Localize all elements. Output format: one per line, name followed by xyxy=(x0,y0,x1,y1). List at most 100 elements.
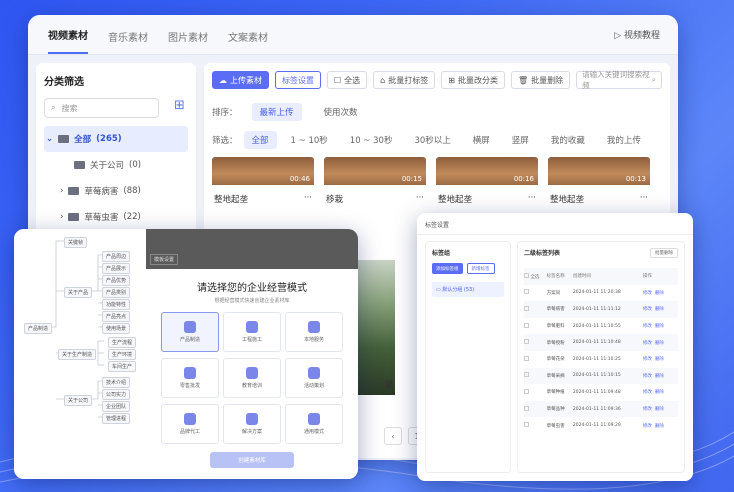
batch-tag-button[interactable]: ⌂ 批量打标签 xyxy=(373,71,436,89)
mode-option-local-service[interactable]: 本地服务 xyxy=(285,312,343,352)
tag-name: 草莓采摘 xyxy=(546,373,565,379)
sort-usage[interactable]: 使用次数 xyxy=(316,103,366,121)
video-duration: 00:13 xyxy=(625,175,646,183)
row-checkbox[interactable] xyxy=(524,334,547,351)
edit-link[interactable]: 修改 xyxy=(643,424,652,429)
table-row: 方案同 2024-01-11 11:20:38 修改 删除 xyxy=(524,285,678,302)
video-card[interactable]: 00:15 移栽 ··· xyxy=(324,157,426,213)
delete-link[interactable]: 删除 xyxy=(655,407,664,412)
edit-link[interactable]: 修改 xyxy=(643,357,652,362)
edit-link[interactable]: 修改 xyxy=(643,324,652,329)
delete-link[interactable]: 删除 xyxy=(655,291,664,296)
tag-group-item[interactable]: ▭ 默认分组 (53) xyxy=(432,282,504,297)
video-thumbnail[interactable]: 00:13 xyxy=(548,157,650,185)
more-icon[interactable]: ··· xyxy=(528,193,536,205)
filter-favorites[interactable]: 我的收藏 xyxy=(543,131,593,149)
mode-option-oem[interactable]: 品牌代工 xyxy=(161,404,219,444)
row-checkbox[interactable] xyxy=(524,318,547,335)
edit-link[interactable]: 修改 xyxy=(643,307,652,312)
mode-option-education[interactable]: 教育培训 xyxy=(223,358,281,398)
batch-delete-button[interactable]: 🗑 批量删除 xyxy=(510,71,571,89)
more-icon[interactable]: ··· xyxy=(640,193,648,205)
tree-node-pest[interactable]: › 草莓虫害 (22) xyxy=(44,204,188,230)
mode-label: 解决方案 xyxy=(241,429,262,435)
keyword-search-input[interactable]: 请输入关键词搜索视频 ⌕ xyxy=(576,70,662,90)
batch-delete-tags-button[interactable]: 批量删除 xyxy=(650,248,678,258)
tag-created-time: 2024-01-11 11:11:12 xyxy=(572,306,621,312)
filter-landscape[interactable]: 横屏 xyxy=(465,131,498,149)
edit-link[interactable]: 修改 xyxy=(643,341,652,346)
tree-node-disease[interactable]: › 草莓病害 (88) xyxy=(44,178,188,204)
new-tag-button[interactable]: 新增标签 xyxy=(466,263,495,274)
select-all-header[interactable]: 全选 xyxy=(524,268,547,285)
video-thumbnail[interactable]: 00:46 xyxy=(212,157,314,185)
row-checkbox[interactable] xyxy=(524,384,547,401)
delete-link[interactable]: 删除 xyxy=(655,374,664,379)
tab-image[interactable]: 图片素材 xyxy=(168,29,208,54)
tag-settings-button[interactable]: 标签设置 xyxy=(275,71,321,89)
video-card[interactable]: 00:16 整地起垄 ··· xyxy=(436,157,538,213)
video-card[interactable]: 00:46 整地起垄 ··· xyxy=(212,157,314,213)
mode-option-solution[interactable]: 解决方案 xyxy=(223,404,281,444)
tag-settings-window: 标签设置 标签组 添加标签组 新增标签 ▭ 默认分组 (53) 二级标签列表 批… xyxy=(417,213,693,481)
folder-icon xyxy=(58,135,70,143)
batch-category-button[interactable]: ⊞ 批量改分类 xyxy=(441,71,505,89)
prev-page-button[interactable]: ‹ xyxy=(384,427,402,445)
tab-video[interactable]: 视频素材 xyxy=(48,27,88,54)
tree-node-label: 草莓病害 xyxy=(84,187,119,197)
delete-link[interactable]: 删除 xyxy=(655,357,664,362)
tree-node-label: 草莓虫害 xyxy=(84,213,119,223)
video-thumbnail[interactable]: 00:15 xyxy=(324,157,426,185)
edit-link[interactable]: 修改 xyxy=(643,407,652,412)
column-header: 标签名称 xyxy=(546,268,573,285)
add-tag-group-button[interactable]: 添加标签组 xyxy=(432,263,463,274)
sort-newest[interactable]: 最新上传 xyxy=(251,103,302,121)
mode-option-retail[interactable]: 零售批发 xyxy=(161,358,219,398)
more-icon[interactable]: ··· xyxy=(304,193,312,205)
row-checkbox[interactable] xyxy=(524,401,547,418)
tab-copywriting[interactable]: 文案素材 xyxy=(228,29,268,54)
upload-button[interactable]: ☁ 上传素材 xyxy=(212,71,269,89)
filter-1-10s[interactable]: 1 ~ 10秒 xyxy=(283,131,336,149)
video-thumbnail[interactable]: 00:16 xyxy=(436,157,538,185)
mode-option-construction[interactable]: 工程施工 xyxy=(223,312,281,352)
edit-link[interactable]: 修改 xyxy=(643,291,652,296)
delete-link[interactable]: 删除 xyxy=(655,324,664,329)
book-icon xyxy=(246,367,258,379)
row-checkbox[interactable] xyxy=(524,285,547,302)
filter-10-30s[interactable]: 10 ~ 30秒 xyxy=(342,131,401,149)
category-search-input[interactable]: ⌕ 搜索 xyxy=(44,98,159,118)
row-actions: 修改 删除 xyxy=(643,334,678,351)
edit-link[interactable]: 修改 xyxy=(643,390,652,395)
row-checkbox[interactable] xyxy=(524,368,547,385)
row-actions: 修改 删除 xyxy=(643,318,678,335)
select-all-button[interactable]: ☐ 全选 xyxy=(327,71,368,89)
filter-portrait[interactable]: 竖屏 xyxy=(504,131,537,149)
create-library-button[interactable]: 创建素材库 xyxy=(210,452,294,468)
delete-link[interactable]: 删除 xyxy=(655,307,664,312)
row-checkbox[interactable] xyxy=(524,417,547,434)
tag-created-time: 2024-01-11 11:09:36 xyxy=(572,406,621,412)
row-checkbox[interactable] xyxy=(524,351,547,368)
edit-link[interactable]: 修改 xyxy=(643,374,652,379)
delete-link[interactable]: 删除 xyxy=(655,424,664,429)
tree-node-count: (265) xyxy=(96,134,122,144)
mode-option-event[interactable]: 活动策划 xyxy=(285,358,343,398)
delete-link[interactable]: 删除 xyxy=(655,390,664,395)
tab-music[interactable]: 音乐素材 xyxy=(108,29,148,54)
filter-my-uploads[interactable]: 我的上传 xyxy=(599,131,649,149)
row-checkbox[interactable] xyxy=(524,301,547,318)
delete-link[interactable]: 删除 xyxy=(655,341,664,346)
tutorial-link[interactable]: ▷ 视频教程 xyxy=(614,28,660,41)
more-icon[interactable]: ··· xyxy=(416,193,424,205)
mode-option-manufacturing[interactable]: 产品制造 xyxy=(161,312,219,352)
tree-node-company[interactable]: 关于公司 (0) xyxy=(44,152,188,178)
tree-node-all[interactable]: ⌄ 全部 (265) xyxy=(44,126,188,152)
filter-all[interactable]: 全部 xyxy=(243,131,277,149)
upload-label: 上传素材 xyxy=(230,75,262,85)
add-folder-icon[interactable]: ⊞ xyxy=(174,99,190,114)
mode-option-general[interactable]: 通用模式 xyxy=(285,404,343,444)
video-card[interactable]: 00:13 整地起垄 ··· xyxy=(548,157,650,213)
tag-created-time: 2024-01-11 11:09:29 xyxy=(572,423,621,429)
filter-30s-plus[interactable]: 30秒以上 xyxy=(406,131,458,149)
